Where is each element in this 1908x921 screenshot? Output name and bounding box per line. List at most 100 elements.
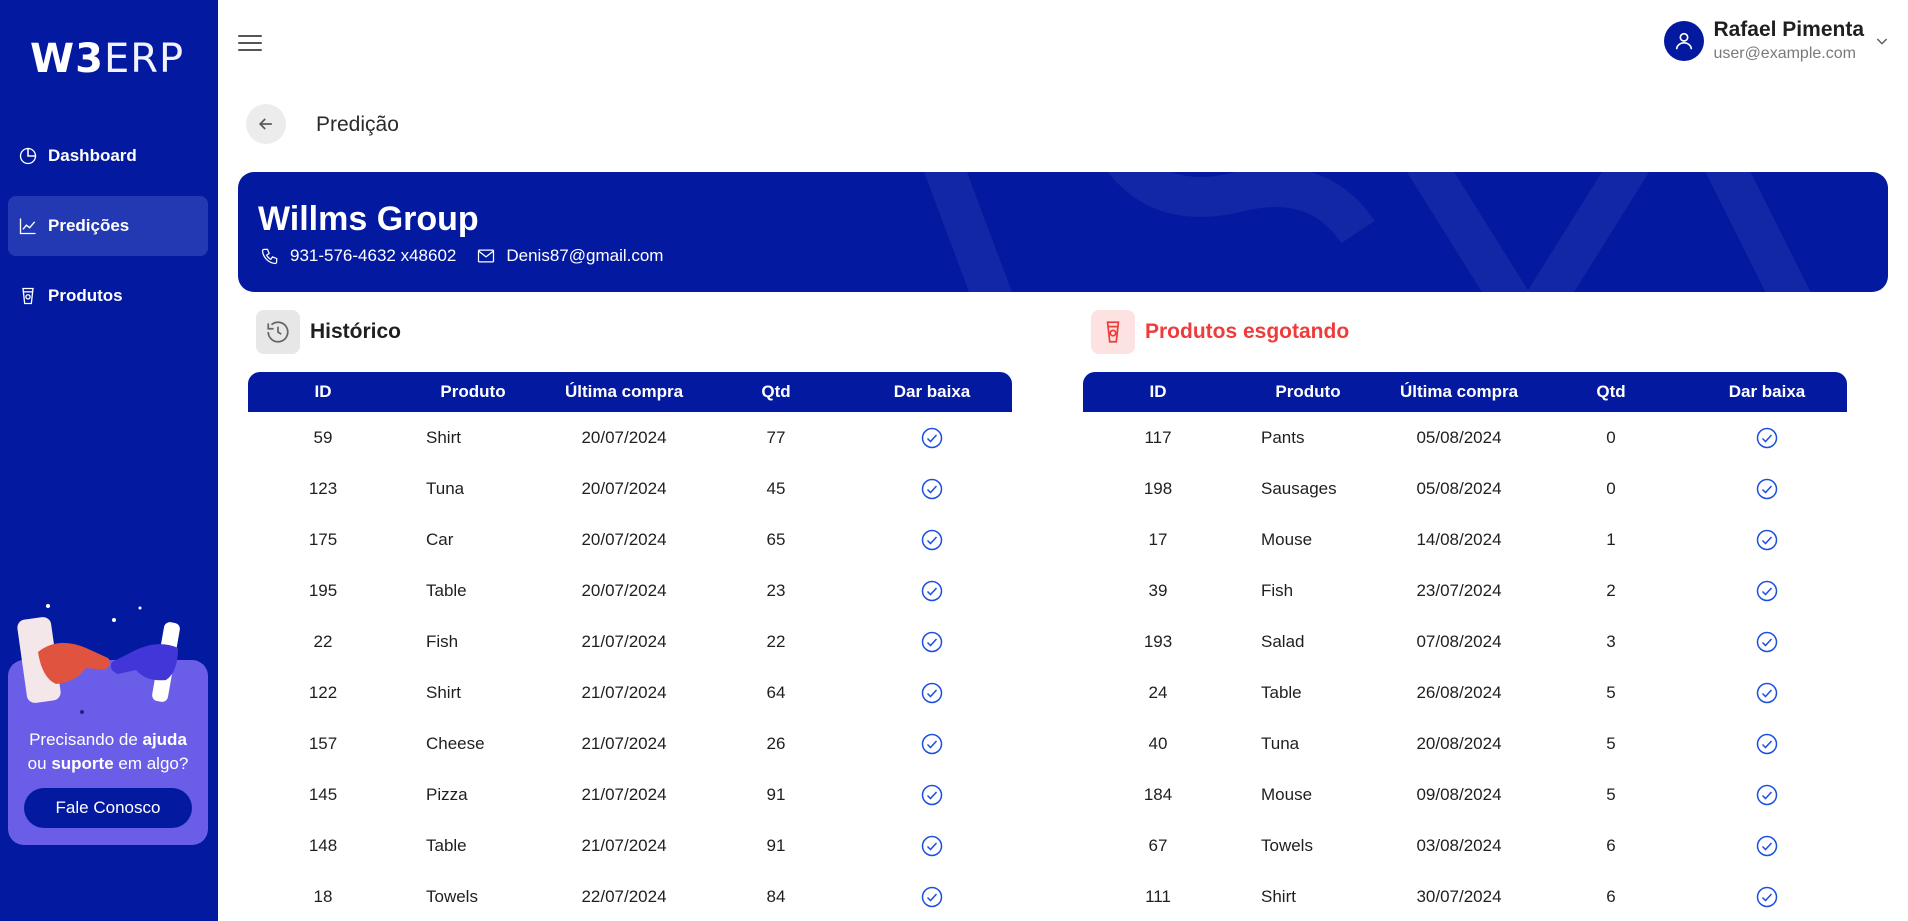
hamburger-menu-icon[interactable]: [236, 30, 264, 56]
row-action: [1687, 769, 1847, 820]
row-product: Cheese: [426, 733, 485, 753]
banner-pattern: [924, 172, 1811, 292]
check-circle-icon[interactable]: [920, 477, 944, 501]
row-action: [852, 667, 1012, 718]
sidebar-item-produtos[interactable]: Produtos: [8, 266, 208, 326]
row-qty: 5: [1606, 784, 1616, 804]
check-circle-icon[interactable]: [1755, 681, 1779, 705]
check-circle-icon[interactable]: [1755, 834, 1779, 858]
check-circle-icon[interactable]: [1755, 732, 1779, 756]
column-header[interactable]: Dar baixa: [1687, 372, 1847, 412]
esgotando-title: Produtos esgotando: [1145, 320, 1350, 343]
row-last-purchase: 09/08/2024: [1416, 784, 1502, 804]
row-product: Pizza: [426, 784, 468, 804]
table-row: 17 Mouse 14/08/2024 1: [1083, 514, 1847, 565]
row-product: Sausages: [1261, 478, 1337, 498]
check-circle-icon[interactable]: [1755, 426, 1779, 450]
column-header[interactable]: ID: [1083, 372, 1233, 412]
row-product: Mouse: [1261, 529, 1313, 549]
table-row: 24 Table 26/08/2024 5: [1083, 667, 1847, 718]
check-circle-icon[interactable]: [920, 681, 944, 705]
column-header[interactable]: Última compra: [1383, 372, 1535, 412]
sidebar-item-predicoes[interactable]: Predições: [8, 196, 208, 256]
out-of-stock-icon: [1091, 310, 1135, 354]
client-email: Denis87@gmail.com: [506, 246, 664, 265]
user-email: user@example.com: [1713, 45, 1856, 62]
row-product: Towels: [426, 886, 478, 906]
check-circle-icon[interactable]: [1755, 783, 1779, 807]
column-header[interactable]: Dar baixa: [852, 372, 1012, 412]
row-last-purchase: 20/07/2024: [581, 580, 667, 600]
row-product: Shirt: [426, 682, 461, 702]
check-circle-icon[interactable]: [920, 528, 944, 552]
row-action: [852, 769, 1012, 820]
row-last-purchase: 21/07/2024: [581, 631, 667, 651]
check-circle-icon[interactable]: [1755, 579, 1779, 603]
client-contacts: 931-576-4632 x48602 Denis87@gmail.com: [260, 246, 663, 266]
row-qty: 3: [1606, 631, 1616, 651]
historico-table: ID Produto Última compra Qtd Dar baixa 5…: [248, 372, 1012, 921]
row-id: 148: [308, 835, 338, 855]
table-row: 117 Pants 05/08/2024 0: [1083, 412, 1847, 463]
check-circle-icon[interactable]: [920, 579, 944, 603]
check-circle-icon[interactable]: [920, 732, 944, 756]
table-row: 198 Sausages 05/08/2024 0: [1083, 463, 1847, 514]
pie-chart-icon: [18, 146, 38, 166]
check-circle-icon[interactable]: [1755, 630, 1779, 654]
check-circle-icon[interactable]: [920, 783, 944, 807]
contact-us-button[interactable]: Fale Conosco: [24, 788, 192, 828]
chevron-down-icon[interactable]: [1874, 33, 1890, 49]
table-row: 195 Table 20/07/2024 23: [248, 565, 1012, 616]
column-header[interactable]: Produto: [398, 372, 548, 412]
row-last-purchase: 30/07/2024: [1416, 886, 1502, 906]
row-id: 184: [1143, 784, 1173, 804]
sidebar-item-dashboard[interactable]: Dashboard: [8, 126, 208, 186]
sidebar-item-label: Dashboard: [48, 146, 137, 165]
row-last-purchase: 20/07/2024: [581, 478, 667, 498]
row-qty: 26: [766, 733, 786, 753]
row-product: Tuna: [1261, 733, 1300, 753]
row-qty: 5: [1606, 682, 1616, 702]
app: W3ERP Dashboard Predições Produtos Preci…: [0, 0, 1908, 921]
page-title: Predição: [316, 113, 399, 136]
row-action: [1687, 718, 1847, 769]
row-qty: 91: [766, 784, 786, 804]
row-qty: 84: [766, 886, 786, 906]
column-header[interactable]: Qtd: [1535, 372, 1687, 412]
row-qty: 0: [1606, 427, 1616, 447]
column-header[interactable]: ID: [248, 372, 398, 412]
row-product: Car: [426, 529, 454, 549]
logo-text: ERP: [103, 36, 185, 82]
check-circle-icon[interactable]: [920, 426, 944, 450]
table-row: 40 Tuna 20/08/2024 5: [1083, 718, 1847, 769]
check-circle-icon[interactable]: [1755, 528, 1779, 552]
sidebar-nav: Dashboard Predições Produtos: [8, 126, 208, 336]
row-id: 24: [1148, 682, 1168, 702]
row-action: [1687, 820, 1847, 871]
logo[interactable]: W3ERP: [30, 36, 184, 82]
row-last-purchase: 05/08/2024: [1416, 427, 1502, 447]
check-circle-icon[interactable]: [1755, 477, 1779, 501]
row-product: Shirt: [1261, 886, 1296, 906]
row-id: 22: [313, 631, 333, 651]
back-button[interactable]: [246, 104, 286, 144]
row-last-purchase: 23/07/2024: [1416, 580, 1502, 600]
column-header[interactable]: Produto: [1233, 372, 1383, 412]
row-product: Towels: [1261, 835, 1313, 855]
row-product: Pants: [1261, 427, 1305, 447]
row-action: [852, 718, 1012, 769]
check-circle-icon[interactable]: [920, 834, 944, 858]
row-id: 111: [1145, 886, 1171, 906]
avatar: [1664, 20, 1705, 61]
check-circle-icon[interactable]: [920, 885, 944, 909]
user-menu[interactable]: Rafael Pimenta user@example.com: [1664, 18, 1890, 63]
check-circle-icon[interactable]: [920, 630, 944, 654]
row-id: 157: [308, 733, 338, 753]
row-qty: 64: [766, 682, 786, 702]
column-header[interactable]: Qtd: [700, 372, 852, 412]
row-last-purchase: 21/07/2024: [581, 784, 667, 804]
row-id: 122: [308, 682, 338, 702]
check-circle-icon[interactable]: [1755, 885, 1779, 909]
table-row: 39 Fish 23/07/2024 2: [1083, 565, 1847, 616]
column-header[interactable]: Última compra: [548, 372, 700, 412]
